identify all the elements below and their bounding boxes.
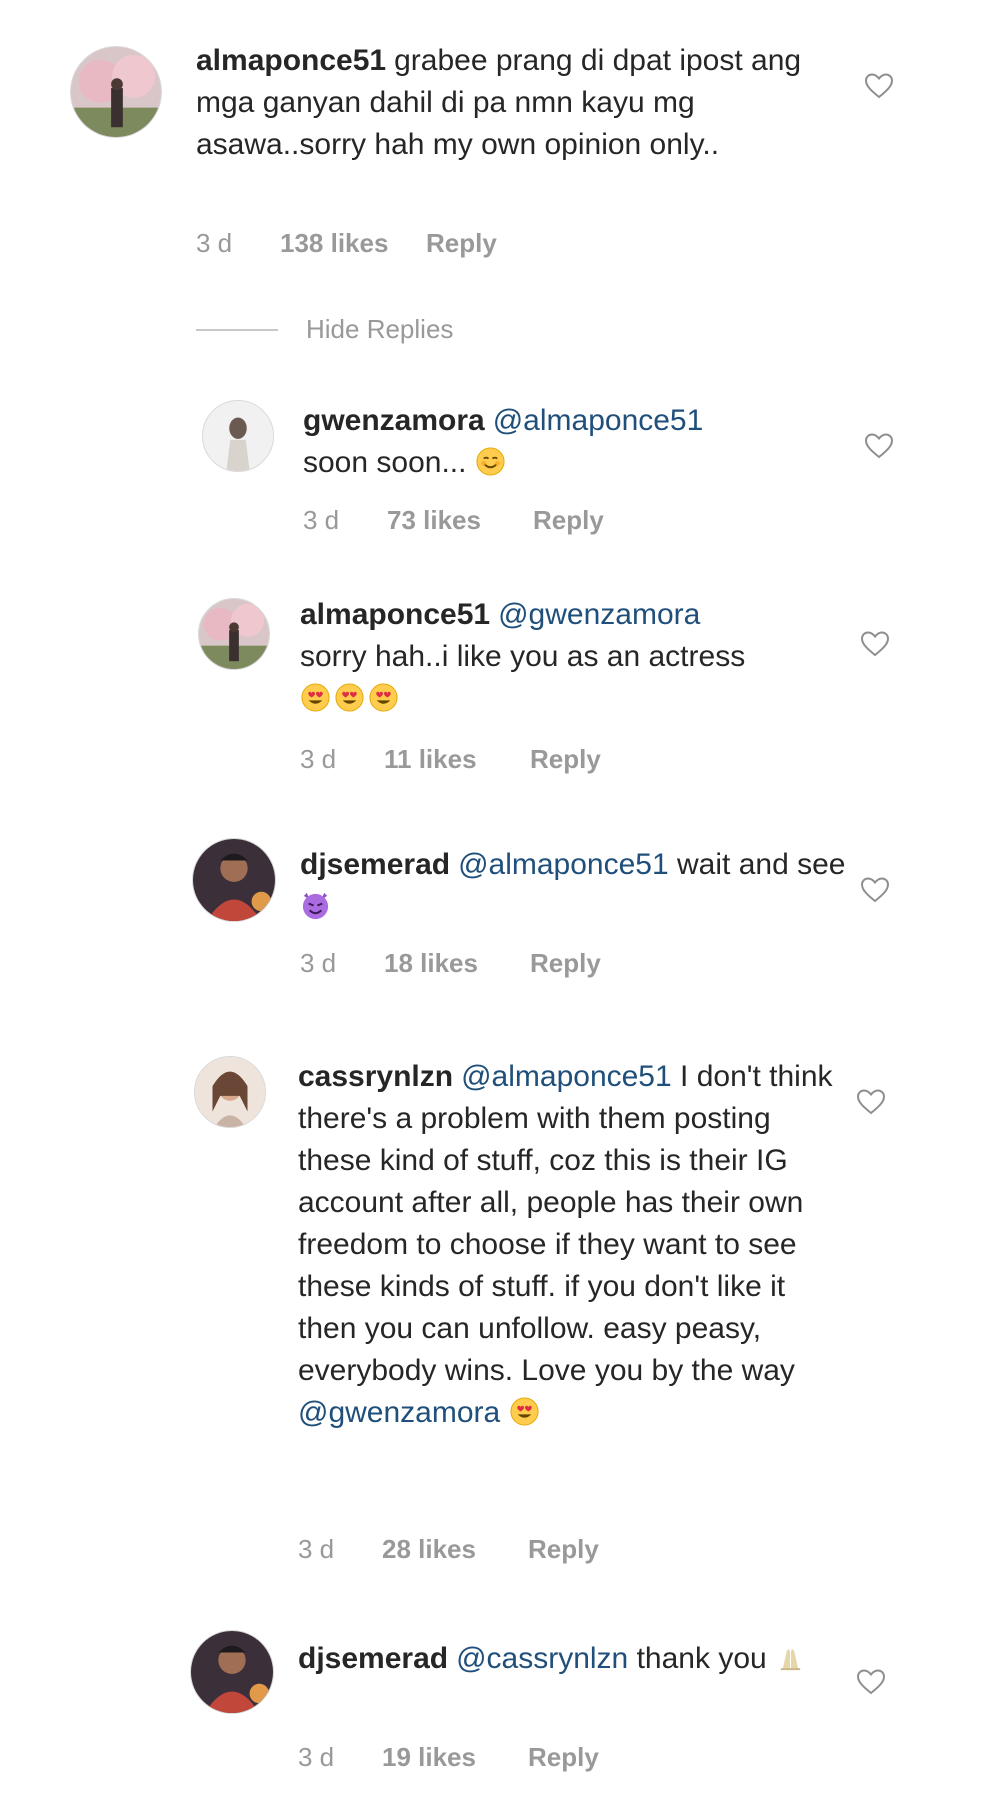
smiling-face-icon [475, 446, 506, 477]
comment-likes[interactable]: 138 likes [280, 228, 426, 258]
avatar[interactable] [194, 1056, 266, 1128]
comment-meta: 3 d 11 likes Reply [300, 744, 601, 774]
comment-time: 3 d [300, 744, 337, 774]
avatar[interactable] [198, 598, 270, 670]
comment-meta: 3 d 28 likes Reply [298, 1534, 599, 1564]
reply-button[interactable]: Reply [528, 1534, 599, 1564]
like-heart-icon[interactable] [860, 876, 890, 904]
comment-username[interactable]: gwenzamora [303, 404, 485, 437]
avatar[interactable] [202, 400, 274, 472]
comment-mention[interactable]: @almaponce51 [461, 1060, 672, 1093]
comment-likes[interactable]: 73 likes [387, 505, 533, 535]
like-heart-icon[interactable] [856, 1668, 886, 1696]
comment-text: wait and see [677, 848, 846, 881]
comment-text: thank you [636, 1642, 767, 1675]
comment-body: djsemerad @cassrynlzn thank you [298, 1638, 838, 1680]
comment-likes[interactable]: 28 likes [382, 1534, 528, 1564]
reply-button[interactable]: Reply [533, 505, 604, 535]
comment-mention[interactable]: @almaponce51 [493, 404, 704, 437]
comment-time: 3 d [298, 1742, 335, 1772]
comment-username[interactable]: almaponce51 [300, 598, 490, 631]
comment-mention[interactable]: @cassrynlzn [456, 1642, 628, 1675]
comment-body: almaponce51 grabee prang di dpat ipost an… [196, 40, 856, 166]
avatar[interactable] [190, 1630, 274, 1714]
comment-meta: 3 d 18 likes Reply [300, 948, 601, 978]
comment-mention-end[interactable]: @gwenzamora [298, 1396, 500, 1429]
comment-likes[interactable]: 19 likes [382, 1742, 528, 1772]
comment-likes[interactable]: 11 likes [384, 744, 530, 774]
like-heart-icon[interactable] [856, 1088, 886, 1116]
heart-eyes-icon [509, 1396, 540, 1427]
comments-screen: almaponce51 grabee prang di dpat ipost an… [0, 0, 1001, 1820]
reply-button[interactable]: Reply [530, 948, 601, 978]
comment-meta: 3 d 19 likes Reply [298, 1742, 599, 1772]
comment-username[interactable]: djsemerad [300, 848, 450, 881]
comment-username[interactable]: djsemerad [298, 1642, 448, 1675]
reply-button[interactable]: Reply [426, 228, 497, 258]
hide-replies-divider [196, 328, 278, 331]
heart-eyes-icon [334, 682, 365, 713]
heart-eyes-icon [368, 682, 399, 713]
comment-time: 3 d [298, 1534, 335, 1564]
hide-replies-label[interactable]: Hide Replies [306, 314, 453, 345]
comment-time: 3 d [196, 228, 233, 258]
comment-body: gwenzamora @almaponce51 soon soon... [303, 400, 863, 484]
comment-time: 3 d [300, 948, 337, 978]
reply-button[interactable]: Reply [530, 744, 601, 774]
comment-username[interactable]: cassrynlzn [298, 1060, 453, 1093]
comment-body: djsemerad @almaponce51 wait and see [300, 844, 860, 928]
comment-username[interactable]: almaponce51 [196, 44, 386, 77]
comment-text: soon soon... [303, 446, 467, 479]
hide-replies-button[interactable]: Hide Replies [196, 314, 453, 345]
comment-text: I don't think there's a problem with the… [298, 1060, 833, 1387]
comment-meta: 3 d 138 likes Reply [196, 228, 497, 258]
comment-meta: 3 d 73 likes Reply [303, 505, 604, 535]
smiling-imp-icon [300, 890, 331, 921]
avatar[interactable] [192, 838, 276, 922]
like-heart-icon[interactable] [860, 630, 890, 658]
comment-body: almaponce51 @gwenzamora sorry hah..i like… [300, 594, 860, 720]
comment-body: cassrynlzn @almaponce51 I don't think the… [298, 1056, 838, 1434]
like-heart-icon[interactable] [864, 432, 894, 460]
comment-mention[interactable]: @almaponce51 [458, 848, 669, 881]
reply-button[interactable]: Reply [528, 1742, 599, 1772]
like-heart-icon[interactable] [864, 72, 894, 100]
comment-time: 3 d [303, 505, 340, 535]
comment-likes[interactable]: 18 likes [384, 948, 530, 978]
heart-eyes-icon [300, 682, 331, 713]
folded-hands-icon [775, 1642, 806, 1673]
comment-text: sorry hah..i like you as an actress [300, 640, 746, 673]
avatar[interactable] [70, 46, 162, 138]
comment-mention[interactable]: @gwenzamora [498, 598, 700, 631]
